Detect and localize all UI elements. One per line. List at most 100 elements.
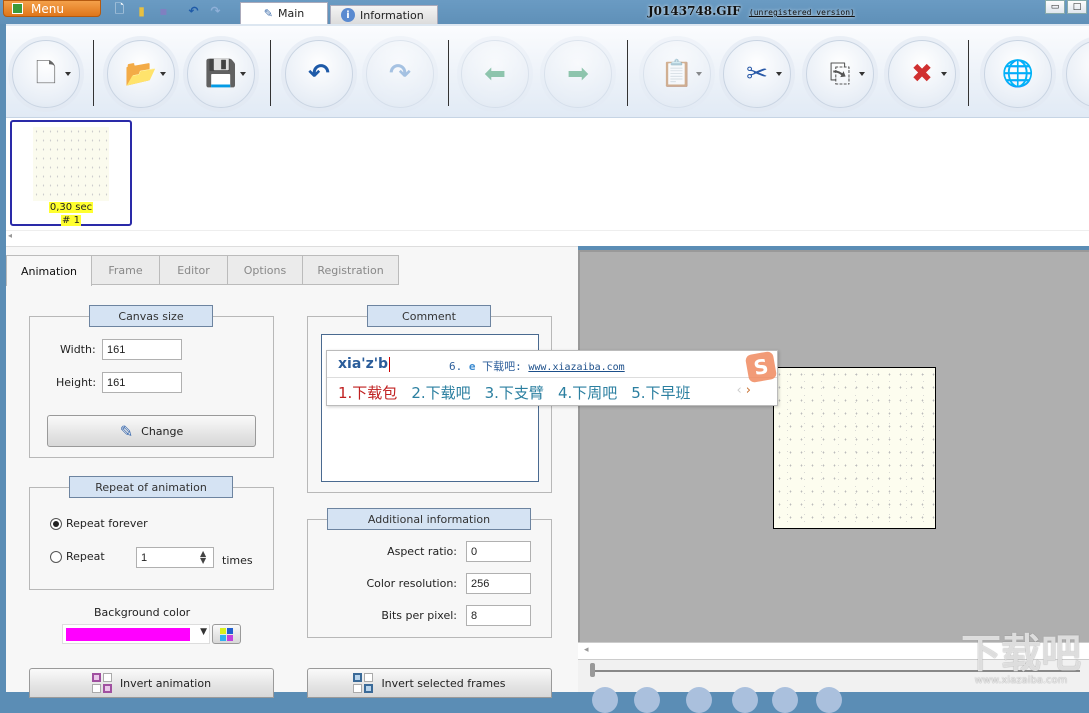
scissors-icon: ✂ — [746, 59, 768, 89]
invert-frames-icon — [91, 673, 112, 693]
preview-canvas — [773, 367, 936, 529]
undo-button[interactable]: ↶ — [285, 40, 353, 108]
ime-candidate[interactable]: 1.下载包 — [338, 382, 397, 403]
width-input[interactable] — [102, 339, 182, 360]
ime-candidate[interactable]: 4.下周吧 — [558, 382, 617, 403]
paste-icon: 📋 — [660, 59, 694, 89]
sogou-logo-icon: S — [744, 350, 778, 384]
repeat-title: Repeat of animation — [69, 476, 233, 498]
redo-icon[interactable]: ↷ — [208, 3, 223, 18]
play-button[interactable] — [686, 687, 712, 713]
repeat-label: Repeat — [66, 550, 105, 563]
undo-icon[interactable]: ↶ — [186, 3, 201, 18]
web-search-button[interactable]: 🌐 — [984, 40, 1052, 108]
scroll-left-icon[interactable]: ◂ — [8, 231, 12, 240]
minimize-button[interactable]: ▭ — [1045, 0, 1065, 14]
stop-button[interactable] — [732, 687, 758, 713]
first-frame-button[interactable] — [592, 687, 618, 713]
chevron-left-icon[interactable]: ‹ — [736, 383, 741, 398]
times-label: times — [222, 554, 253, 567]
invert-animation-label: Invert animation — [119, 676, 212, 690]
ime-candidate[interactable]: 2.下载吧 — [411, 382, 470, 403]
ime-extra-candidate[interactable]: 6. e 下载吧: www.xiazaiba.com — [449, 358, 625, 374]
chevron-down-icon — [65, 72, 71, 76]
chevron-down-icon — [941, 72, 947, 76]
save-icon[interactable]: ▪ — [156, 3, 171, 18]
tab-information[interactable]: i Information — [330, 5, 438, 24]
frame-duration-text: 0,30 sec — [48, 202, 94, 213]
save-button[interactable]: 💾 — [187, 40, 255, 108]
scroll-left-icon[interactable]: ◂ — [584, 645, 589, 655]
open-button[interactable]: 📂 — [107, 40, 175, 108]
repeat-group — [29, 487, 274, 590]
tab-options[interactable]: Options — [228, 255, 303, 285]
toolbar-divider — [270, 40, 271, 106]
repeat-count-radio[interactable] — [50, 551, 62, 563]
new-button[interactable]: 🗋 — [12, 40, 80, 108]
color-resolution-input[interactable] — [466, 573, 531, 594]
next-frame-button[interactable] — [772, 687, 798, 713]
redo-button[interactable]: ↷ — [366, 40, 434, 108]
minimize-icon: ▭ — [1050, 2, 1060, 12]
invert-selected-label: Invert selected frames — [381, 676, 506, 690]
arrow-left-icon: ⬅ — [484, 59, 506, 89]
additional-info-title: Additional information — [327, 508, 531, 530]
maximize-button[interactable]: □ — [1067, 0, 1087, 14]
invert-animation-button[interactable]: Invert animation — [29, 668, 274, 698]
toolbar-divider — [448, 40, 449, 106]
background-color-dropdown[interactable]: ▼ — [62, 624, 210, 644]
previous-frame-button[interactable] — [634, 687, 660, 713]
tab-editor[interactable]: Editor — [160, 255, 228, 285]
tab-main-label: Main — [277, 7, 305, 20]
ime-pinyin-text: xia'z'b — [338, 356, 389, 372]
tab-animation[interactable]: Animation — [6, 255, 92, 286]
height-label: Height: — [56, 376, 97, 389]
frame-thumbnail[interactable]: 0,30 sec # 1 — [10, 120, 132, 226]
image-edit-icon: ✎ — [263, 7, 273, 20]
copy-button[interactable]: ⎘ — [806, 40, 874, 108]
spinner-arrows-icon[interactable]: ▲ ▼ — [200, 550, 206, 565]
cut-button[interactable]: ✂ — [723, 40, 791, 108]
paste-button[interactable]: 📋 — [643, 40, 711, 108]
change-button[interactable]: ✎ Change — [47, 415, 256, 447]
bits-per-pixel-label: Bits per pixel: — [381, 609, 457, 622]
undo-icon: ↶ — [308, 59, 330, 89]
info-icon: i — [341, 8, 355, 22]
tab-main[interactable]: ✎ Main — [240, 2, 328, 24]
last-frame-button[interactable] — [816, 687, 842, 713]
ime-page-arrows: ‹ › — [736, 383, 751, 398]
previous-button[interactable]: ⬅ — [461, 40, 529, 108]
ime-extra-label: 下载吧: — [482, 360, 522, 373]
invert-selected-frames-button[interactable]: Invert selected frames — [307, 668, 552, 698]
ime-extra-url[interactable]: www.xiazaiba.com — [528, 362, 624, 373]
menu-button[interactable]: Menu — [3, 0, 101, 17]
next-button[interactable]: ➡ — [544, 40, 612, 108]
open-folder-icon[interactable]: ▮ — [134, 3, 149, 18]
properties-pane: Animation Frame Editor Options Registrat… — [6, 246, 578, 698]
color-picker-button[interactable] — [212, 624, 241, 644]
more-button[interactable]: ⚙ — [1066, 40, 1089, 108]
delete-button[interactable]: ✖ — [888, 40, 956, 108]
menu-label: Menu — [31, 1, 64, 16]
bits-per-pixel-input[interactable] — [466, 605, 531, 626]
redo-icon: ↷ — [389, 59, 411, 89]
chevron-down-icon — [696, 72, 702, 76]
height-input[interactable] — [102, 372, 182, 393]
tab-frame[interactable]: Frame — [92, 255, 160, 285]
chevron-down-icon: ▼ — [200, 627, 207, 637]
filmstrip-scrollbar[interactable]: ◂ — [6, 230, 1089, 244]
invert-selected-icon — [353, 673, 374, 693]
maximize-icon: □ — [1072, 2, 1082, 12]
tab-registration[interactable]: Registration — [303, 255, 399, 285]
globe-search-icon: 🌐 — [1001, 59, 1035, 89]
aspect-ratio-input[interactable] — [466, 541, 531, 562]
window-title: J0143748.GIF (unregistered version) — [648, 4, 855, 18]
open-folder-icon: 📂 — [124, 59, 158, 89]
new-document-icon[interactable]: 🗋 — [112, 2, 127, 18]
repeat-forever-radio[interactable] — [50, 518, 62, 530]
timeline-slider-thumb[interactable] — [590, 663, 595, 677]
color-resolution-label: Color resolution: — [366, 577, 457, 590]
ime-candidate[interactable]: 3.下支臂 — [485, 382, 544, 403]
ime-candidate[interactable]: 5.下早班 — [631, 382, 690, 403]
chevron-right-icon[interactable]: › — [746, 383, 751, 398]
